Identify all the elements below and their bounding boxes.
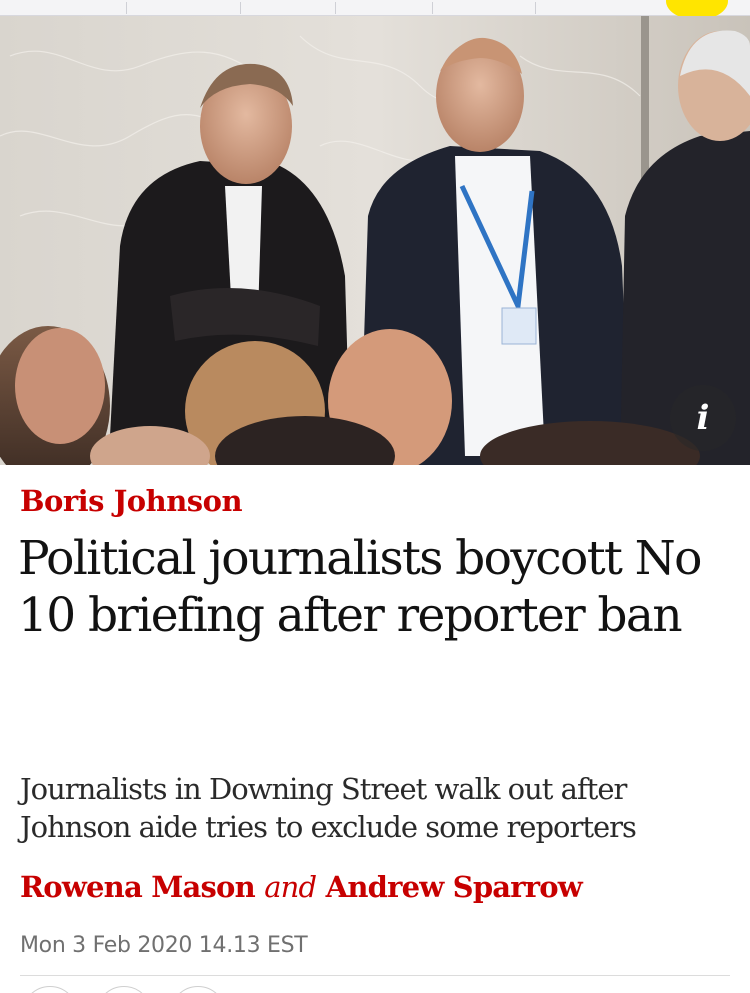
nav-divider — [535, 2, 536, 14]
divider — [20, 975, 730, 976]
share-button[interactable] — [96, 986, 152, 993]
nav-divider — [335, 2, 336, 14]
hero-photo — [0, 16, 750, 465]
share-button[interactable] — [22, 986, 78, 993]
info-icon[interactable]: i — [670, 385, 736, 451]
byline-conjunction: and — [264, 870, 317, 904]
nav-divider — [126, 2, 127, 14]
nav-divider — [432, 2, 433, 14]
author-link-1[interactable]: Rowena Mason — [20, 870, 256, 904]
share-button[interactable] — [170, 986, 226, 993]
publish-date: Mon 3 Feb 2020 14.13 EST — [20, 933, 308, 958]
article-headline: Political journalists boycott No 10 brie… — [18, 531, 702, 643]
hero-image[interactable]: i — [0, 16, 750, 465]
top-nav-strip — [0, 0, 750, 20]
nav-divider — [240, 2, 241, 14]
byline: Rowena Mason and Andrew Sparrow — [20, 870, 583, 904]
section-kicker[interactable]: Boris Johnson — [20, 484, 243, 518]
author-link-2[interactable]: Andrew Sparrow — [326, 870, 583, 904]
article-page: i Boris Johnson Political journalists bo… — [0, 0, 750, 993]
article-standfirst: Journalists in Downing Street walk out a… — [20, 772, 637, 844]
